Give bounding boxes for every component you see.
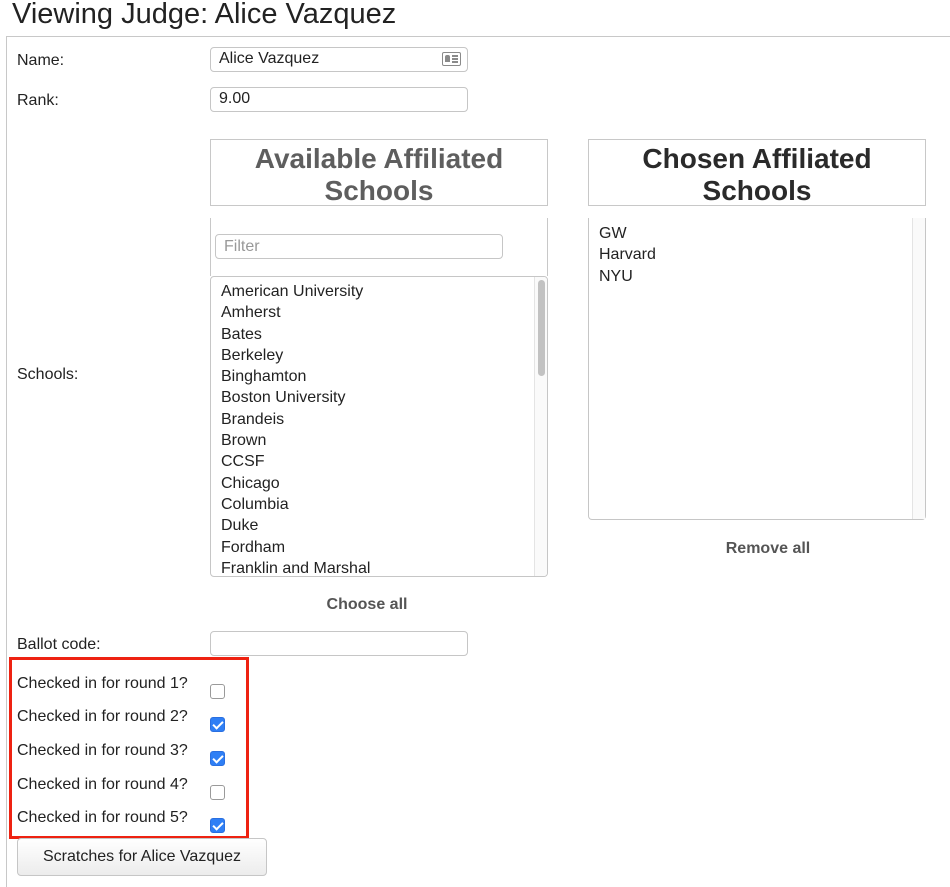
checkin-round-2-checkbox[interactable] (210, 717, 225, 732)
chosen-school-option[interactable]: GW (589, 223, 925, 244)
available-school-option[interactable]: Fordham (211, 537, 547, 558)
checkin-round-4-label: Checked in for round 4? (17, 776, 188, 793)
available-school-option[interactable]: Binghamton (211, 366, 547, 387)
schools-label: Schools: (17, 366, 79, 383)
available-list-scrollbar[interactable] (534, 277, 547, 576)
ballot-code-label: Ballot code: (17, 636, 101, 653)
available-school-option[interactable]: Brown (211, 430, 547, 451)
checkin-round-2-label: Checked in for round 2? (17, 708, 188, 725)
available-school-option[interactable]: Boston University (211, 387, 547, 408)
available-schools-list[interactable]: American University Amherst Bates Berkeley B… (210, 276, 548, 577)
available-school-option[interactable]: Duke (211, 515, 547, 536)
available-school-option[interactable]: CCSF (211, 451, 547, 472)
chosen-school-option[interactable]: Harvard (589, 244, 925, 265)
filter-container: Filter (210, 218, 548, 276)
name-field[interactable]: Alice Vazquez (210, 47, 468, 72)
chosen-list-scrollbar[interactable] (912, 218, 925, 519)
rank-field[interactable]: 9.00 (210, 87, 468, 112)
available-school-option[interactable]: American University (211, 281, 547, 302)
available-school-option[interactable]: Franklin and Marshal (211, 558, 547, 576)
choose-all-button[interactable]: Choose all (210, 596, 524, 614)
name-label: Name: (17, 52, 65, 69)
scrollbar-thumb[interactable] (538, 280, 545, 376)
name-value: Alice Vazquez (219, 50, 320, 67)
rank-label: Rank: (17, 92, 59, 109)
chosen-school-option[interactable]: NYU (589, 266, 925, 287)
ballot-code-field[interactable] (210, 631, 468, 656)
checkin-round-5-label: Checked in for round 5? (17, 809, 188, 826)
scratches-button[interactable]: Scratches for Alice Vazquez (17, 838, 267, 876)
checkin-round-3-label: Checked in for round 3? (17, 742, 188, 759)
chosen-schools-header: Chosen Affiliated Schools (588, 139, 926, 206)
checkin-round-4-checkbox[interactable] (210, 785, 225, 800)
available-school-option[interactable]: Bates (211, 324, 547, 345)
contact-card-icon[interactable] (442, 52, 461, 66)
chosen-schools-list[interactable]: GW Harvard NYU (588, 218, 926, 520)
remove-all-button[interactable]: Remove all (660, 540, 876, 558)
checkin-round-1-label: Checked in for round 1? (17, 675, 188, 692)
available-school-option[interactable]: Columbia (211, 494, 547, 515)
available-school-option[interactable]: Berkeley (211, 345, 547, 366)
available-school-option[interactable]: Amherst (211, 302, 547, 323)
rank-value: 9.00 (219, 90, 251, 107)
available-schools-header: Available Affiliated Schools (210, 139, 548, 206)
page-title: Viewing Judge: Alice Vazquez (12, 0, 397, 30)
checkin-round-5-checkbox[interactable] (210, 818, 225, 833)
checkin-round-1-checkbox[interactable] (210, 684, 225, 699)
checkin-round-3-checkbox[interactable] (210, 751, 225, 766)
available-school-option[interactable]: Chicago (211, 473, 547, 494)
filter-input[interactable]: Filter (215, 234, 503, 259)
available-school-option[interactable]: Brandeis (211, 409, 547, 430)
